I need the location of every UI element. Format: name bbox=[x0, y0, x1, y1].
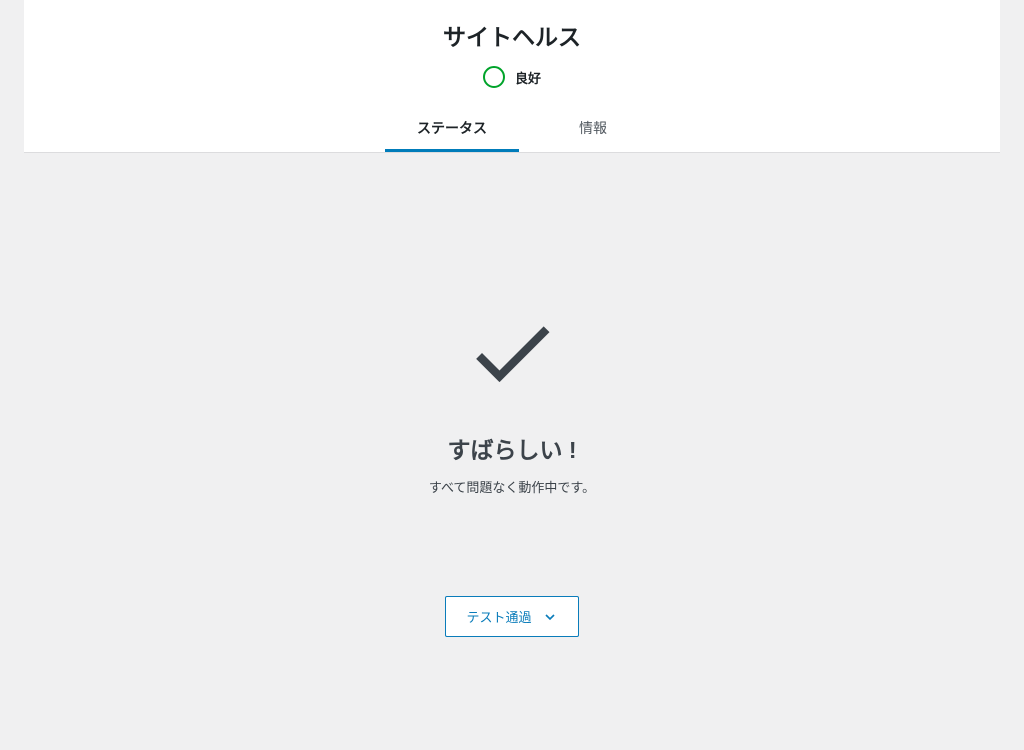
tab-info-label: 情報 bbox=[579, 120, 607, 136]
status-circle-icon bbox=[483, 66, 505, 88]
main-content: すばらしい ! すべて問題なく動作中です。 テスト通過 bbox=[24, 153, 1000, 637]
status-label: 良好 bbox=[515, 68, 541, 87]
status-indicator: 良好 bbox=[24, 66, 1000, 106]
headline-text: すばらしい ! bbox=[24, 431, 1000, 465]
tab-info[interactable]: 情報 bbox=[573, 106, 613, 152]
page-title: サイトヘルス bbox=[24, 12, 1000, 66]
chevron-down-icon bbox=[542, 609, 558, 625]
subline-text: すべて問題なく動作中です。 bbox=[24, 477, 1000, 496]
tab-status-label: ステータス bbox=[417, 120, 487, 136]
tab-status[interactable]: ステータス bbox=[411, 106, 493, 152]
site-health-header: サイトヘルス 良好 ステータス 情報 bbox=[24, 0, 1000, 153]
tests-passed-button[interactable]: テスト通過 bbox=[445, 596, 578, 637]
tab-bar: ステータス 情報 bbox=[24, 106, 1000, 152]
tests-passed-label: テスト通過 bbox=[466, 607, 531, 626]
checkmark-icon bbox=[462, 303, 562, 403]
